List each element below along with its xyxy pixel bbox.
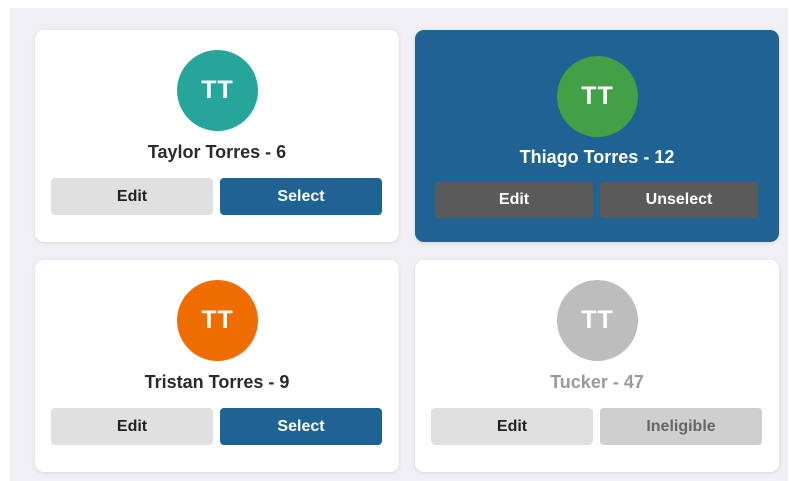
avatar: TT (557, 56, 638, 137)
edit-button[interactable]: Edit (51, 178, 213, 215)
edit-button[interactable]: Edit (431, 408, 593, 445)
player-card-tristan-torres: TT Tristan Torres - 9 Edit Select (35, 260, 399, 472)
avatar: TT (177, 50, 258, 131)
player-card-tucker: TT Tucker - 47 Edit Ineligible (415, 260, 779, 472)
player-card-taylor-torres: TT Taylor Torres - 6 Edit Select (35, 30, 399, 242)
player-name: Thiago Torres - 12 (519, 147, 675, 167)
player-name: Taylor Torres - 6 (147, 142, 287, 162)
avatar: TT (557, 280, 638, 361)
select-button[interactable]: Select (220, 408, 382, 445)
edit-button[interactable]: Edit (51, 408, 213, 445)
unselect-button[interactable]: Unselect (600, 182, 758, 218)
select-button[interactable]: Select (220, 178, 382, 215)
player-name: Tucker - 47 (550, 372, 644, 392)
ineligible-button: Ineligible (600, 408, 762, 445)
player-name: Tristan Torres - 9 (144, 372, 290, 392)
card-grid: TT Taylor Torres - 6 Edit Select TT Thia… (10, 8, 788, 481)
edit-button[interactable]: Edit (435, 182, 593, 218)
player-card-thiago-torres: TT Thiago Torres - 12 Edit Unselect (415, 30, 779, 242)
avatar: TT (177, 280, 258, 361)
